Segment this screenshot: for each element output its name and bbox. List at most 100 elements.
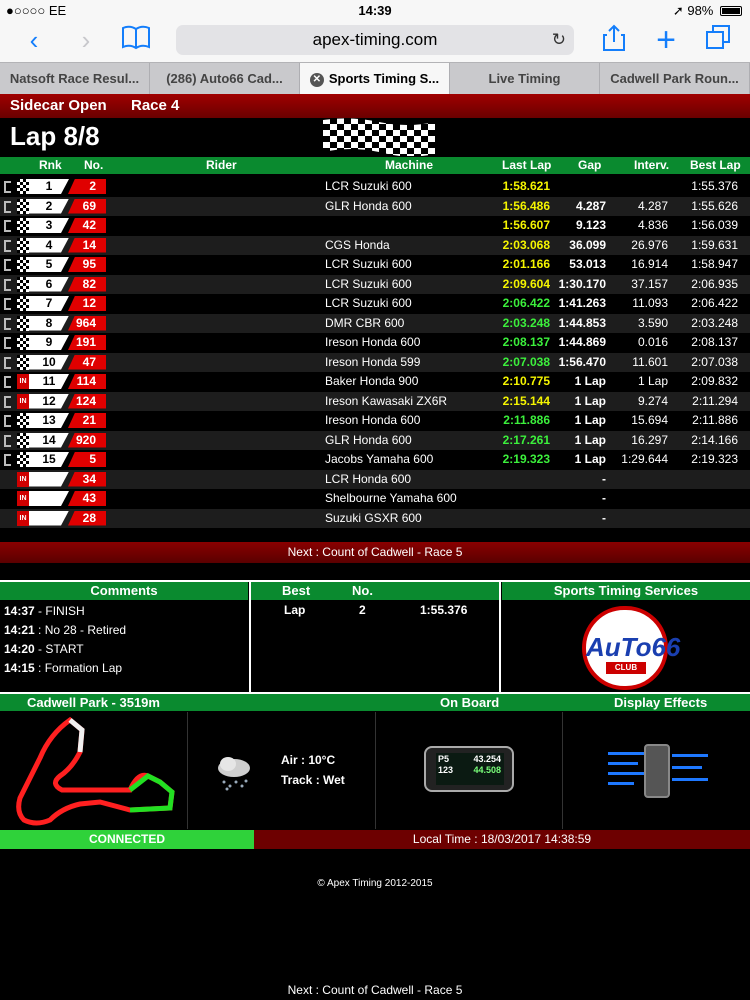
table-row[interactable]: IN 12 124 Ireson Kawasaki ZX6R 2:15.144 1 Lap…	[0, 391, 750, 411]
interval-cell: 15.694	[631, 413, 668, 427]
table-row[interactable]: 10 47 Ireson Honda 599 2:07.038 1:56.470 11.6…	[0, 352, 750, 372]
table-row[interactable]: 2 69 GLR Honda 600 1:56.486 4.287 4.287 1:55.6…	[0, 196, 750, 216]
comment-item: 14:37 - FINISH	[4, 604, 85, 618]
rank-cell: 6	[29, 276, 69, 292]
last-lap-cell: 2:07.038	[502, 354, 550, 369]
tab-sports-timing[interactable]: ✕ Sports Timing S...	[300, 63, 450, 94]
track-map-icon[interactable]	[10, 712, 180, 828]
interval-cell: 9.274	[637, 393, 668, 408]
number-cell: 42	[68, 218, 106, 233]
table-row[interactable]: IN 34 LCR Honda 600 -	[0, 469, 750, 489]
onboard-phone-icon[interactable]: P5 43.254 123 44.508	[424, 746, 514, 792]
machine-cell: Baker Honda 900	[325, 374, 419, 388]
tabs-overview-icon[interactable]	[700, 24, 736, 56]
panel-divider	[499, 580, 501, 692]
table-row[interactable]: 15 5 Jacobs Yamaha 600 2:19.323 1 Lap 1:29.64…	[0, 450, 750, 470]
number-cell: 920	[68, 432, 106, 448]
checkered-flag-icon	[17, 276, 29, 292]
new-tab-icon[interactable]: +	[648, 23, 684, 57]
rank-cell: 5	[29, 257, 69, 272]
browser-tab-strip: Natsoft Race Resul... (286) Auto66 Cad..…	[0, 62, 750, 94]
browser-toolbar: ‹ › apex-timing.com ↻ +	[0, 20, 750, 62]
in-pit-badge: IN	[17, 471, 29, 487]
interval-cell: 16.297	[631, 432, 668, 447]
table-row[interactable]: IN 43 Shelbourne Yamaha 600 -	[0, 489, 750, 509]
best-lap-cell: 1:56.039	[691, 218, 738, 232]
back-icon[interactable]: ‹	[16, 24, 52, 56]
table-row[interactable]: 3 42 1:56.607 9.123 4.836 1:56.039	[0, 216, 750, 236]
display-effects-icon[interactable]	[608, 742, 708, 800]
bracket-icon	[4, 259, 11, 271]
table-row[interactable]: 6 82 LCR Suzuki 600 2:09.604 1:30.170 37.157 2…	[0, 274, 750, 294]
table-row[interactable]: 13 21 Ireson Honda 600 2:11.886 1 Lap 15.694 2…	[0, 411, 750, 431]
best-lap-label: Lap	[284, 603, 306, 617]
checkered-flag-icon	[17, 237, 29, 253]
checkered-flag-icon	[17, 296, 29, 311]
tab-live-timing[interactable]: Live Timing	[450, 63, 600, 94]
last-lap-cell: 2:10.775	[502, 374, 550, 388]
auto66-club-logo: AuTo66 CLUB	[582, 606, 680, 690]
interval-cell: 11.601	[632, 354, 668, 369]
gap-cell: 1 Lap	[574, 393, 606, 408]
checkered-flag-icon	[17, 432, 29, 448]
comment-item: 14:15 : Formation Lap	[4, 661, 123, 675]
gap-cell: 1 Lap	[574, 413, 606, 427]
forward-icon[interactable]: ›	[68, 24, 104, 56]
in-pit-badge: IN	[17, 393, 29, 409]
last-lap-cell: 2:03.248	[502, 315, 550, 330]
number-cell: 28	[68, 510, 106, 526]
in-pit-badge: IN	[17, 510, 29, 526]
race-name: Race 4	[131, 97, 180, 114]
lap-counter: Lap 8/8	[10, 121, 100, 151]
bookmarks-icon[interactable]	[118, 24, 154, 56]
number-cell: 43	[68, 491, 106, 506]
table-row[interactable]: 8 964 DMR CBR 600 2:03.248 1:44.853 3.590 2:03…	[0, 313, 750, 333]
table-row[interactable]: 7 12 LCR Suzuki 600 2:06.422 1:41.263 11.093 2…	[0, 294, 750, 314]
best-lap-number: 2	[359, 603, 366, 617]
best-lap-cell: 2:08.137	[691, 335, 738, 349]
gap-cell: 1:44.853	[558, 315, 606, 330]
bracket-icon	[4, 278, 11, 291]
tab-auto66[interactable]: (286) Auto66 Cad...	[150, 63, 300, 94]
checkered-flag-icon	[17, 218, 29, 233]
race-category: Sidecar Open	[10, 97, 107, 114]
rank-cell: 9	[29, 335, 69, 350]
gap-cell: 1 Lap	[574, 374, 606, 388]
local-time: Local Time : 18/03/2017 14:38:59	[254, 830, 750, 849]
number-cell: 47	[68, 354, 106, 370]
table-row[interactable]: 14 920 GLR Honda 600 2:17.261 1 Lap 16.297 2:1…	[0, 430, 750, 450]
interval-cell: 16.914	[631, 257, 668, 271]
panel-divider	[187, 712, 188, 829]
gap-cell: -	[602, 491, 606, 505]
table-row[interactable]: IN 11 114 Baker Honda 900 2:10.775 1 Lap 1 Lap…	[0, 372, 750, 392]
gap-cell: 1 Lap	[574, 432, 606, 447]
bracket-icon	[4, 356, 11, 369]
table-row[interactable]: 5 95 LCR Suzuki 600 2:01.166 53.013 16.914 1:5…	[0, 255, 750, 275]
interval-cell: 37.157	[631, 276, 668, 291]
table-row[interactable]: 9 191 Ireson Honda 600 2:08.137 1:44.869 0.01…	[0, 333, 750, 353]
gap-cell: 1 Lap	[574, 452, 606, 466]
best-lap-cell: 2:06.935	[691, 276, 738, 291]
bracket-icon	[4, 298, 11, 310]
interval-cell: 1 Lap	[637, 374, 668, 388]
in-pit-badge: IN	[17, 374, 29, 389]
best-lap-cell: 2:07.038	[691, 354, 738, 369]
checkered-flag-icon	[17, 354, 29, 370]
number-cell: 14	[68, 237, 106, 253]
best-lap-time: 1:55.376	[420, 603, 468, 617]
table-row[interactable]: 1 2 LCR Suzuki 600 1:58.621 1:55.376	[0, 177, 750, 197]
table-row[interactable]: IN 28 Suzuki GSXR 600 -	[0, 508, 750, 528]
close-tab-icon[interactable]: ✕	[309, 73, 324, 87]
address-bar[interactable]: apex-timing.com ↻	[176, 25, 574, 55]
rank-cell: 2	[29, 198, 69, 214]
last-lap-cell: 1:56.607	[502, 218, 550, 232]
share-icon[interactable]	[596, 24, 632, 56]
table-row[interactable]: 4 14 CGS Honda 2:03.068 36.099 26.976 1:59.631	[0, 235, 750, 255]
reload-icon[interactable]: ↻	[552, 25, 566, 55]
tab-cadwell-park[interactable]: Cadwell Park Roun...	[600, 63, 750, 94]
interval-cell: 26.976	[631, 237, 668, 252]
tab-natsoft[interactable]: Natsoft Race Resul...	[0, 63, 150, 94]
onboard-time: 44.508	[473, 765, 501, 775]
rank-cell	[29, 471, 69, 487]
gap-cell: 1:41.263	[558, 296, 606, 310]
